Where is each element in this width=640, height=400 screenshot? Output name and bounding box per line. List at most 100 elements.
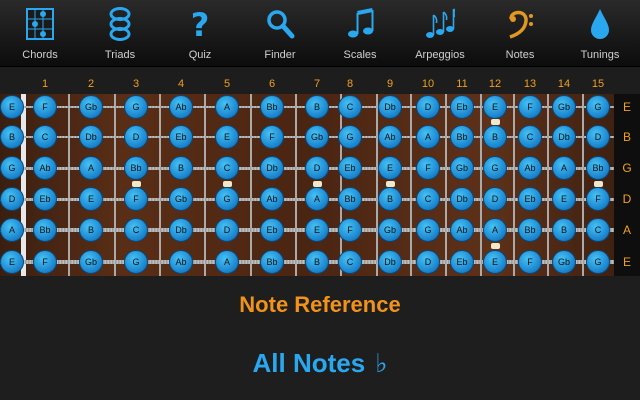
note-marker[interactable]: A [79, 156, 103, 180]
note-marker[interactable]: Bb [518, 218, 542, 242]
note-marker[interactable]: E [378, 156, 402, 180]
note-marker[interactable]: Gb [305, 125, 329, 149]
note-marker[interactable]: Gb [79, 250, 103, 274]
note-marker[interactable]: Db [79, 125, 103, 149]
note-marker[interactable]: Eb [260, 218, 284, 242]
toolbar-arpeggios-button[interactable]: Arpeggios [404, 0, 476, 66]
note-marker[interactable]: Eb [338, 156, 362, 180]
note-marker[interactable]: E [215, 125, 239, 149]
toolbar-scales-button[interactable]: Scales [324, 0, 396, 66]
note-marker[interactable]: G [483, 156, 507, 180]
note-marker[interactable]: G [124, 95, 148, 119]
note-marker[interactable]: C [124, 218, 148, 242]
note-marker[interactable]: Ab [450, 218, 474, 242]
note-marker[interactable]: D [483, 187, 507, 211]
note-marker[interactable]: Gb [378, 218, 402, 242]
note-marker[interactable]: B [169, 156, 193, 180]
note-marker[interactable]: Ab [518, 156, 542, 180]
note-marker[interactable]: D [586, 125, 610, 149]
note-marker[interactable]: Db [169, 218, 193, 242]
note-marker[interactable]: E [0, 250, 24, 274]
note-marker[interactable]: A [483, 218, 507, 242]
note-marker[interactable]: Db [378, 95, 402, 119]
note-marker[interactable]: A [552, 156, 576, 180]
note-marker[interactable]: Ab [378, 125, 402, 149]
flat-toggle-button[interactable]: ♭ [375, 349, 387, 379]
note-marker[interactable]: G [215, 187, 239, 211]
note-marker[interactable]: A [0, 218, 24, 242]
toolbar-notes-button[interactable]: Notes [484, 0, 556, 66]
note-marker[interactable]: C [586, 218, 610, 242]
note-marker[interactable]: F [33, 95, 57, 119]
note-marker[interactable]: F [518, 250, 542, 274]
note-marker[interactable]: Bb [124, 156, 148, 180]
note-marker[interactable]: D [215, 218, 239, 242]
toolbar-finder-button[interactable]: Finder [244, 0, 316, 66]
note-marker[interactable]: G [586, 250, 610, 274]
note-marker[interactable]: F [586, 187, 610, 211]
note-marker[interactable]: F [518, 95, 542, 119]
note-marker[interactable]: E [552, 187, 576, 211]
note-marker[interactable]: C [338, 250, 362, 274]
note-marker[interactable]: Db [260, 156, 284, 180]
note-marker[interactable]: Gb [552, 250, 576, 274]
note-marker[interactable]: G [416, 218, 440, 242]
note-marker[interactable]: Gb [169, 187, 193, 211]
note-marker[interactable]: Bb [260, 250, 284, 274]
note-marker[interactable]: B [483, 125, 507, 149]
note-marker[interactable]: C [33, 125, 57, 149]
note-marker[interactable]: B [378, 187, 402, 211]
note-marker[interactable]: A [215, 95, 239, 119]
note-marker[interactable]: D [416, 250, 440, 274]
note-marker[interactable]: G [586, 95, 610, 119]
note-marker[interactable]: E [305, 218, 329, 242]
note-marker[interactable]: Ab [260, 187, 284, 211]
note-marker[interactable]: C [338, 95, 362, 119]
note-marker[interactable]: Gb [552, 95, 576, 119]
toolbar-triads-button[interactable]: Triads [84, 0, 156, 66]
note-marker[interactable]: Eb [33, 187, 57, 211]
note-marker[interactable]: B [552, 218, 576, 242]
note-marker[interactable]: Ab [169, 95, 193, 119]
note-marker[interactable]: F [260, 125, 284, 149]
note-marker[interactable]: D [124, 125, 148, 149]
note-marker[interactable]: Db [552, 125, 576, 149]
note-marker[interactable]: Eb [450, 250, 474, 274]
note-marker[interactable]: A [416, 125, 440, 149]
note-marker[interactable]: D [0, 187, 24, 211]
note-marker[interactable]: F [416, 156, 440, 180]
note-marker[interactable]: Bb [338, 187, 362, 211]
note-marker[interactable]: Bb [450, 125, 474, 149]
note-marker[interactable]: Eb [169, 125, 193, 149]
note-marker[interactable]: B [305, 95, 329, 119]
note-marker[interactable]: G [124, 250, 148, 274]
note-marker[interactable]: Bb [586, 156, 610, 180]
note-marker[interactable]: Ab [169, 250, 193, 274]
note-marker[interactable]: D [416, 95, 440, 119]
note-marker[interactable]: Db [450, 187, 474, 211]
note-marker[interactable]: B [79, 218, 103, 242]
note-marker[interactable]: Ab [33, 156, 57, 180]
toolbar-tunings-button[interactable]: Tunings [564, 0, 636, 66]
toolbar-chords-button[interactable]: Chords [4, 0, 76, 66]
note-marker[interactable]: C [518, 125, 542, 149]
note-marker[interactable]: Bb [33, 218, 57, 242]
note-marker[interactable]: A [215, 250, 239, 274]
note-marker[interactable]: Bb [260, 95, 284, 119]
note-marker[interactable]: B [0, 125, 24, 149]
note-marker[interactable]: B [305, 250, 329, 274]
note-marker[interactable]: E [483, 95, 507, 119]
note-marker[interactable]: Gb [450, 156, 474, 180]
note-marker[interactable]: G [338, 125, 362, 149]
note-marker[interactable]: E [0, 95, 24, 119]
note-marker[interactable]: E [483, 250, 507, 274]
note-marker[interactable]: Gb [79, 95, 103, 119]
note-marker[interactable]: C [215, 156, 239, 180]
note-marker[interactable]: E [79, 187, 103, 211]
note-marker[interactable]: G [0, 156, 24, 180]
note-marker[interactable]: F [33, 250, 57, 274]
note-marker[interactable]: Db [378, 250, 402, 274]
toolbar-quiz-button[interactable]: ? Quiz [164, 0, 236, 66]
note-marker[interactable]: F [124, 187, 148, 211]
note-marker[interactable]: A [305, 187, 329, 211]
